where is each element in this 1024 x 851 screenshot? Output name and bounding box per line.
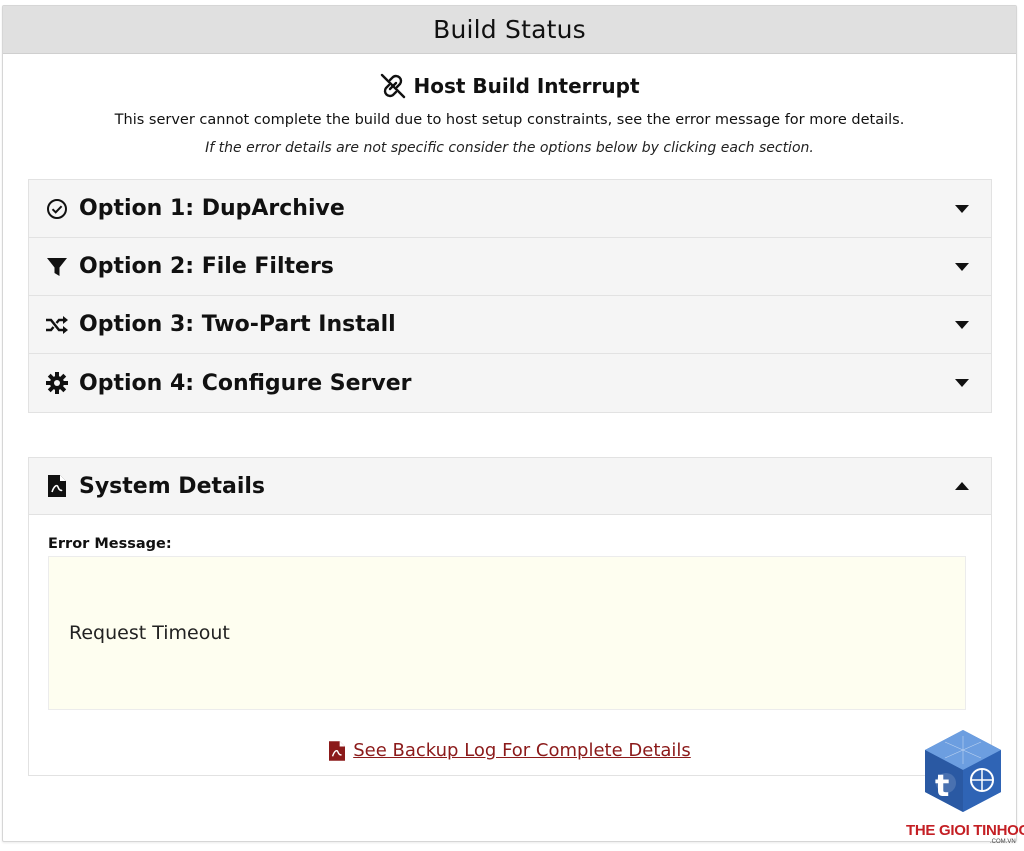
- option-label: Option 4: Configure Server: [79, 370, 412, 396]
- option-label: Option 2: File Filters: [79, 254, 334, 279]
- panel-header: Build Status: [3, 6, 1016, 54]
- interrupt-heading: Host Build Interrupt: [3, 72, 1016, 100]
- system-details-title: System Details: [79, 473, 266, 499]
- options-accordion: Option 1: DupArchive Option 2: File Filt…: [28, 179, 992, 413]
- pdf-file-icon: [329, 740, 346, 761]
- chevron-down-icon: [955, 320, 969, 329]
- interrupt-hint: If the error details are not specific co…: [205, 140, 814, 156]
- option-configure-server[interactable]: Option 4: Configure Server: [29, 354, 991, 412]
- chevron-down-icon: [955, 204, 969, 213]
- chevron-up-icon: [955, 482, 969, 490]
- interrupt-title: Host Build Interrupt: [413, 74, 640, 98]
- backup-log-link-row: See Backup Log For Complete Details: [29, 740, 991, 761]
- option-file-filters[interactable]: Option 2: File Filters: [29, 238, 991, 296]
- option-label: Option 3: Two-Part Install: [79, 312, 396, 337]
- error-message-text: Request Timeout: [69, 622, 230, 644]
- interrupt-description: This server cannot complete the build du…: [114, 112, 905, 128]
- gear-icon: [45, 371, 69, 395]
- filter-icon: [45, 255, 69, 279]
- error-message-box: Request Timeout: [48, 556, 966, 710]
- page-title: Build Status: [433, 15, 586, 44]
- backup-log-link[interactable]: See Backup Log For Complete Details: [353, 740, 691, 761]
- svg-text:t: t: [935, 769, 949, 804]
- check-circle-icon: [45, 197, 69, 221]
- brand-wordmark: THE GIOI TINHOC: [906, 822, 1024, 839]
- system-details-header[interactable]: System Details: [29, 458, 991, 515]
- shuffle-icon: [45, 313, 69, 337]
- option-two-part-install[interactable]: Option 3: Two-Part Install: [29, 296, 991, 354]
- system-details-section: System Details Error Message: Request Ti…: [28, 457, 992, 776]
- brand-domain: .COM.VN: [990, 839, 1016, 845]
- option-duparchive[interactable]: Option 1: DupArchive: [29, 180, 991, 238]
- build-status-panel: Build Status Host Build Interrupt This s…: [2, 5, 1017, 842]
- broken-link-icon: [381, 73, 406, 99]
- chevron-down-icon: [955, 379, 969, 387]
- pdf-file-icon: [45, 474, 69, 498]
- error-message-label: Error Message:: [48, 536, 172, 552]
- option-label: Option 1: DupArchive: [79, 196, 345, 221]
- chevron-down-icon: [955, 262, 969, 271]
